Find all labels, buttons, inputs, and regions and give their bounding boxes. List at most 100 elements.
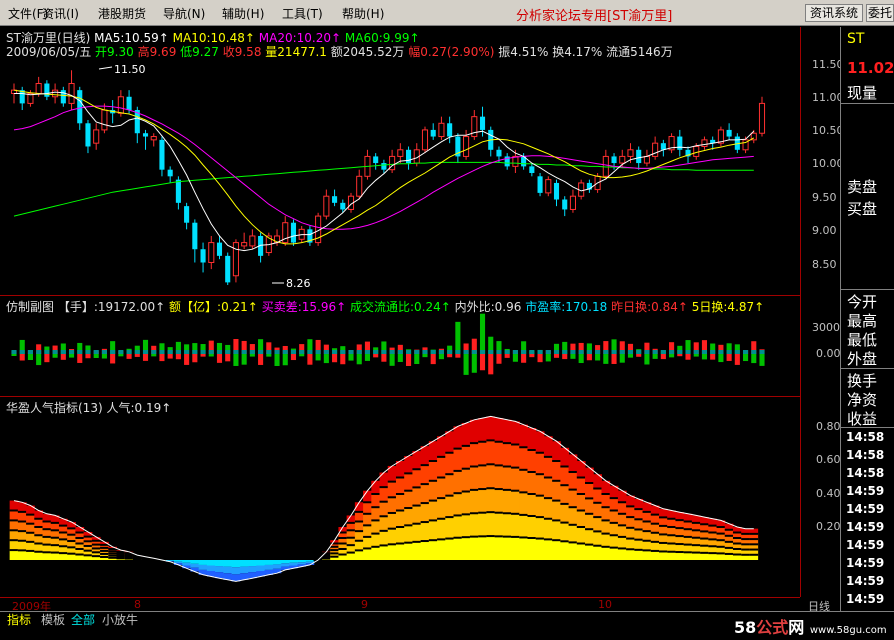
menu-navigate[interactable]: 导航(N)	[163, 5, 205, 22]
menu-help[interactable]: 帮助(H)	[342, 5, 384, 22]
indicator-band	[437, 498, 446, 519]
indicator-band-sep	[617, 535, 627, 538]
volume-bar-base	[282, 350, 288, 354]
candle-body	[611, 156, 617, 164]
indicator-band-sep	[453, 536, 463, 539]
indicator-band	[502, 489, 512, 514]
tab-all[interactable]: 全部	[68, 613, 98, 628]
indicator-band-neg	[223, 566, 233, 574]
volume-bar-neg	[455, 354, 461, 358]
indicator-band	[543, 477, 553, 499]
indicator-band-sep	[642, 549, 652, 552]
indicator-band	[527, 538, 537, 560]
indicator-band	[626, 549, 635, 560]
volume-bar-neg	[216, 354, 223, 363]
tab-indicator[interactable]: 指标	[4, 613, 34, 628]
volume-bar-base	[553, 350, 560, 354]
indicator-pane[interactable]: 华盈人气指标(13) 人气:0.19↑ 0.80 0.60 0.40 0.20	[0, 397, 841, 597]
volume-bar-base	[611, 350, 617, 354]
volume-bar-neg	[488, 354, 494, 375]
order-button[interactable]: 委托	[866, 4, 894, 22]
tick-time: 14:59	[846, 484, 885, 498]
indicator-band	[675, 552, 685, 560]
indicator-band-neg	[198, 564, 208, 570]
candle-body	[693, 145, 700, 157]
indicator-band-sep	[420, 483, 430, 486]
vol-prev-turn: 昨日换:0.84↑	[611, 300, 688, 314]
volume-bar-neg	[726, 354, 732, 361]
candle-body	[167, 169, 173, 177]
indicator-band-sep	[659, 550, 668, 553]
volume-bar-base	[110, 350, 116, 354]
indicator-band-sep	[379, 515, 389, 518]
tab-template[interactable]: 模板	[38, 613, 68, 628]
indicator-band	[691, 537, 701, 546]
info-system-button[interactable]: 资讯系统	[805, 4, 863, 22]
indicator-band-sep	[412, 522, 422, 525]
indicator-band	[420, 484, 430, 504]
candle-body	[184, 206, 190, 223]
indicator-band	[387, 497, 397, 513]
volume-bar-base	[19, 350, 25, 354]
indicator-band-sep	[617, 547, 627, 550]
indicator-band-sep	[617, 501, 627, 504]
indicator-band	[486, 440, 496, 465]
volume-bar-neg	[290, 354, 297, 361]
volume-bar-neg	[307, 354, 313, 365]
rp-label-earnings: 收益	[847, 410, 878, 428]
indicator-band-sep	[75, 542, 85, 545]
indicator-band-sep	[371, 506, 381, 509]
indicator-band-sep	[346, 521, 356, 524]
volume-bar-neg	[644, 354, 650, 365]
indicator-band-sep	[412, 468, 422, 471]
volume-bar-neg	[274, 354, 280, 366]
candle-body	[192, 222, 198, 250]
indicator-band-sep	[50, 536, 60, 539]
indicator-band	[445, 495, 455, 518]
indicator-band	[42, 544, 52, 553]
indicator-band	[395, 543, 405, 560]
ind-value: 人气:0.19↑	[106, 401, 172, 415]
indicator-band	[601, 520, 611, 534]
volume-bar-neg	[636, 354, 642, 357]
indicator-band-sep	[552, 479, 561, 482]
menu-tools[interactable]: 工具(T)	[282, 5, 323, 22]
volume-bar-base	[422, 350, 428, 354]
price-chart-pane[interactable]: ST渝万里(日线) MA5:10.59↑ MA10:10.48↑ MA20:10…	[0, 27, 844, 295]
candle-body	[545, 179, 552, 194]
indicator-band-sep	[469, 488, 479, 491]
volume-bar-base	[447, 350, 453, 354]
indicator-band-sep	[412, 486, 422, 489]
tick-time: 14:59	[846, 538, 885, 552]
indicator-band	[502, 513, 512, 537]
indicator-band	[50, 545, 60, 553]
indicator-band-sep	[371, 532, 381, 535]
candle-body	[35, 83, 42, 94]
indicator-band-sep	[404, 524, 413, 527]
menu-info[interactable]: 资讯(I)	[42, 5, 79, 22]
volume-bar-neg	[233, 354, 239, 366]
menu-hk-futures[interactable]: 港股期货	[98, 5, 146, 22]
indicator-band-sep	[338, 537, 348, 539]
price-tick: 8.50	[812, 258, 837, 271]
indicator-band	[404, 525, 413, 543]
volume-bar-neg	[142, 354, 149, 361]
indicator-band	[634, 539, 644, 550]
indicator-band	[683, 536, 693, 545]
indicator-band	[667, 527, 676, 536]
indicator-band-sep	[91, 547, 101, 550]
menu-assist[interactable]: 辅助(H)	[222, 5, 264, 22]
indicator-band-sep	[478, 511, 487, 514]
indicator-band-sep	[9, 549, 19, 552]
candle-body	[290, 222, 297, 243]
volume-bar-neg	[93, 354, 99, 358]
indicator-band-sep	[576, 542, 586, 545]
indicator-band	[609, 547, 619, 560]
indicator-band	[527, 450, 537, 472]
volume-pane[interactable]: 仿制副图 【手】:19172.00↑ 额【亿】:0.21↑ 买卖差:15.96↑…	[0, 296, 847, 396]
tab-xiaofangniu[interactable]: 小放牛	[99, 613, 141, 628]
indicator-band	[354, 511, 364, 522]
volume-bar-base	[184, 350, 190, 354]
indicator-band	[17, 531, 27, 541]
volume-bar-base	[734, 350, 740, 354]
